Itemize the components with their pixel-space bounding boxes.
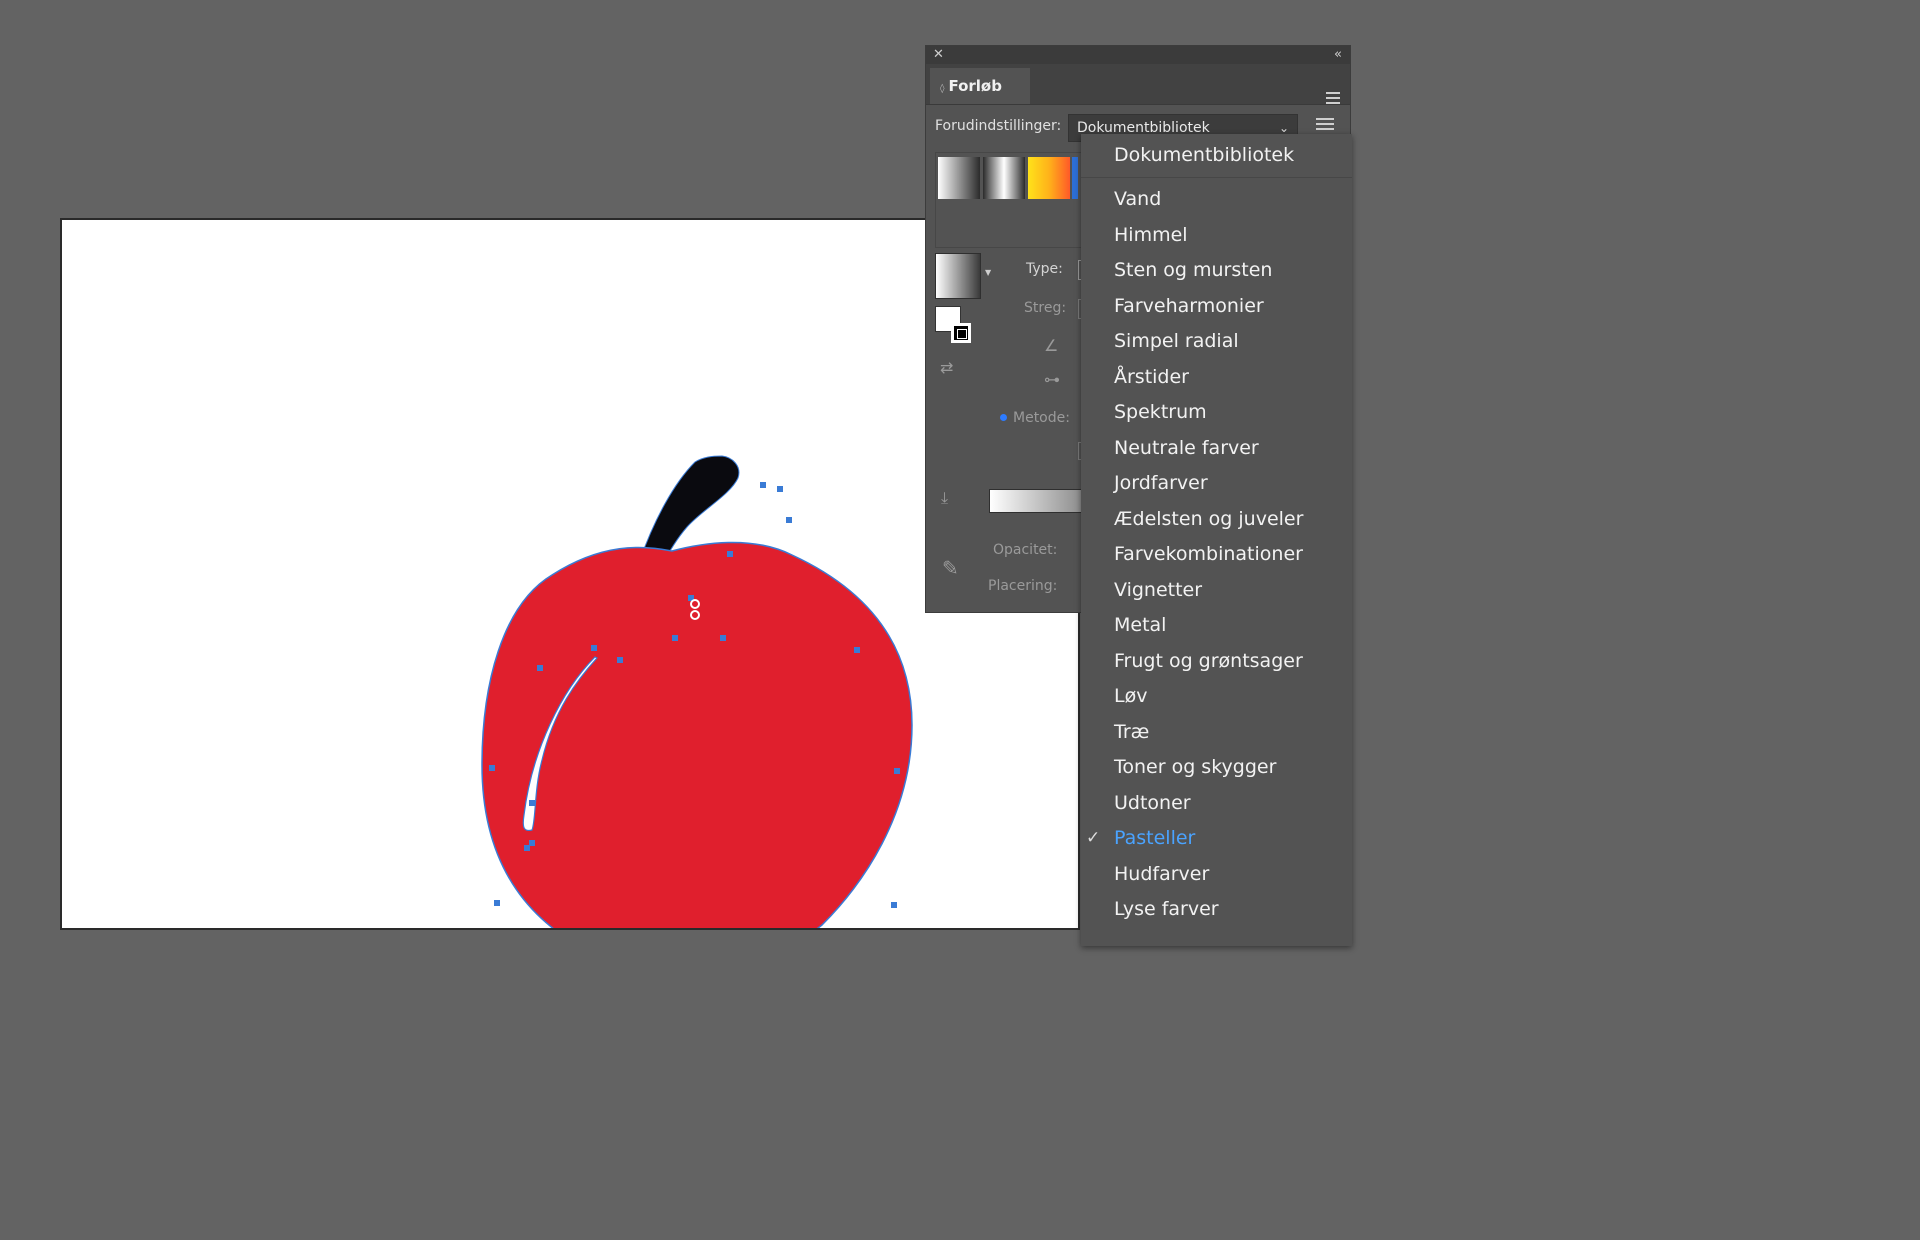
dropdown-item[interactable]: Ædelsten og juveler [1114,508,1303,530]
panel-menu-icon[interactable] [1326,92,1340,107]
dropdown-item[interactable]: Træ [1114,721,1149,743]
dropdown-item[interactable]: Himmel [1114,224,1188,246]
gradient-swatch[interactable] [983,157,1025,199]
dropdown-item[interactable]: Løv [1114,685,1147,707]
type-label: Type: [1026,261,1063,277]
dropdown-item[interactable]: Vand [1114,188,1161,210]
opacity-label: Opacitet: [993,542,1058,558]
location-label: Placering: [988,578,1058,594]
presets-label: Forudindstillinger: [935,118,1062,134]
gradient-swatch[interactable] [1028,157,1070,199]
dropdown-item[interactable]: Sten og mursten [1114,259,1272,281]
close-icon[interactable]: ✕ [933,47,944,63]
eyedropper-icon[interactable]: ✎ [942,556,959,580]
dropdown-item[interactable]: Årstider [1114,366,1189,388]
panel-title-bar[interactable]: ✕ « [926,46,1350,64]
dropdown-separator [1081,177,1352,178]
stroke-label: Streg: [1024,300,1067,316]
gradient-slider[interactable] [989,489,1085,513]
dropdown-item[interactable]: Lyse farver [1114,898,1219,920]
dropdown-item[interactable]: Metal [1114,614,1166,636]
tab-gradient[interactable]: ◊ Forløb [930,68,1030,104]
checkmark-icon: ✓ [1086,828,1101,848]
presets-dropdown-menu: Dokumentbibliotek Vand Himmel Sten og mu… [1081,134,1352,946]
dropdown-item[interactable]: Frugt og grøntsager [1114,650,1303,672]
dropdown-header[interactable]: Dokumentbibliotek [1114,144,1294,166]
method-label: Metode: [1013,410,1070,426]
dropdown-item-selected[interactable]: Pasteller [1114,827,1195,849]
tab-expand-icon: ◊ [940,84,945,94]
dropdown-item[interactable]: Neutrale farver [1114,437,1259,459]
dropdown-item[interactable]: Jordfarver [1114,472,1208,494]
panel-tab-bar: ◊ Forløb [926,64,1350,105]
dropdown-item[interactable]: Farveharmonier [1114,295,1264,317]
caret-down-icon[interactable]: ▼ [985,268,991,277]
gradient-swatch[interactable] [1072,157,1078,199]
dropdown-item[interactable]: Toner og skygger [1114,756,1276,778]
angle-icon: ∠ [1044,336,1059,355]
gradient-swatches [935,152,1085,248]
dropdown-item[interactable]: Hudfarver [1114,863,1209,885]
dropdown-item[interactable]: Simpel radial [1114,330,1239,352]
aspect-ratio-icon: ⊶ [1044,370,1060,389]
method-indicator [1000,414,1007,421]
trash-icon[interactable]: ⤓ [941,488,948,508]
stroke-inner-swatch [957,329,967,339]
dropdown-item[interactable]: Vignetter [1114,579,1202,601]
gradient-swatch[interactable] [938,157,980,199]
list-view-icon[interactable] [1316,118,1334,133]
dropdown-item[interactable]: Farvekombinationer [1114,543,1303,565]
dropdown-item[interactable]: Spektrum [1114,401,1207,423]
tab-gradient-label: Forløb [948,77,1002,95]
gradient-fill-preview[interactable] [935,253,981,299]
swap-fill-stroke-icon[interactable]: ⇄ [940,358,953,377]
dropdown-item[interactable]: Udtoner [1114,792,1191,814]
collapse-icon[interactable]: « [1334,47,1342,63]
